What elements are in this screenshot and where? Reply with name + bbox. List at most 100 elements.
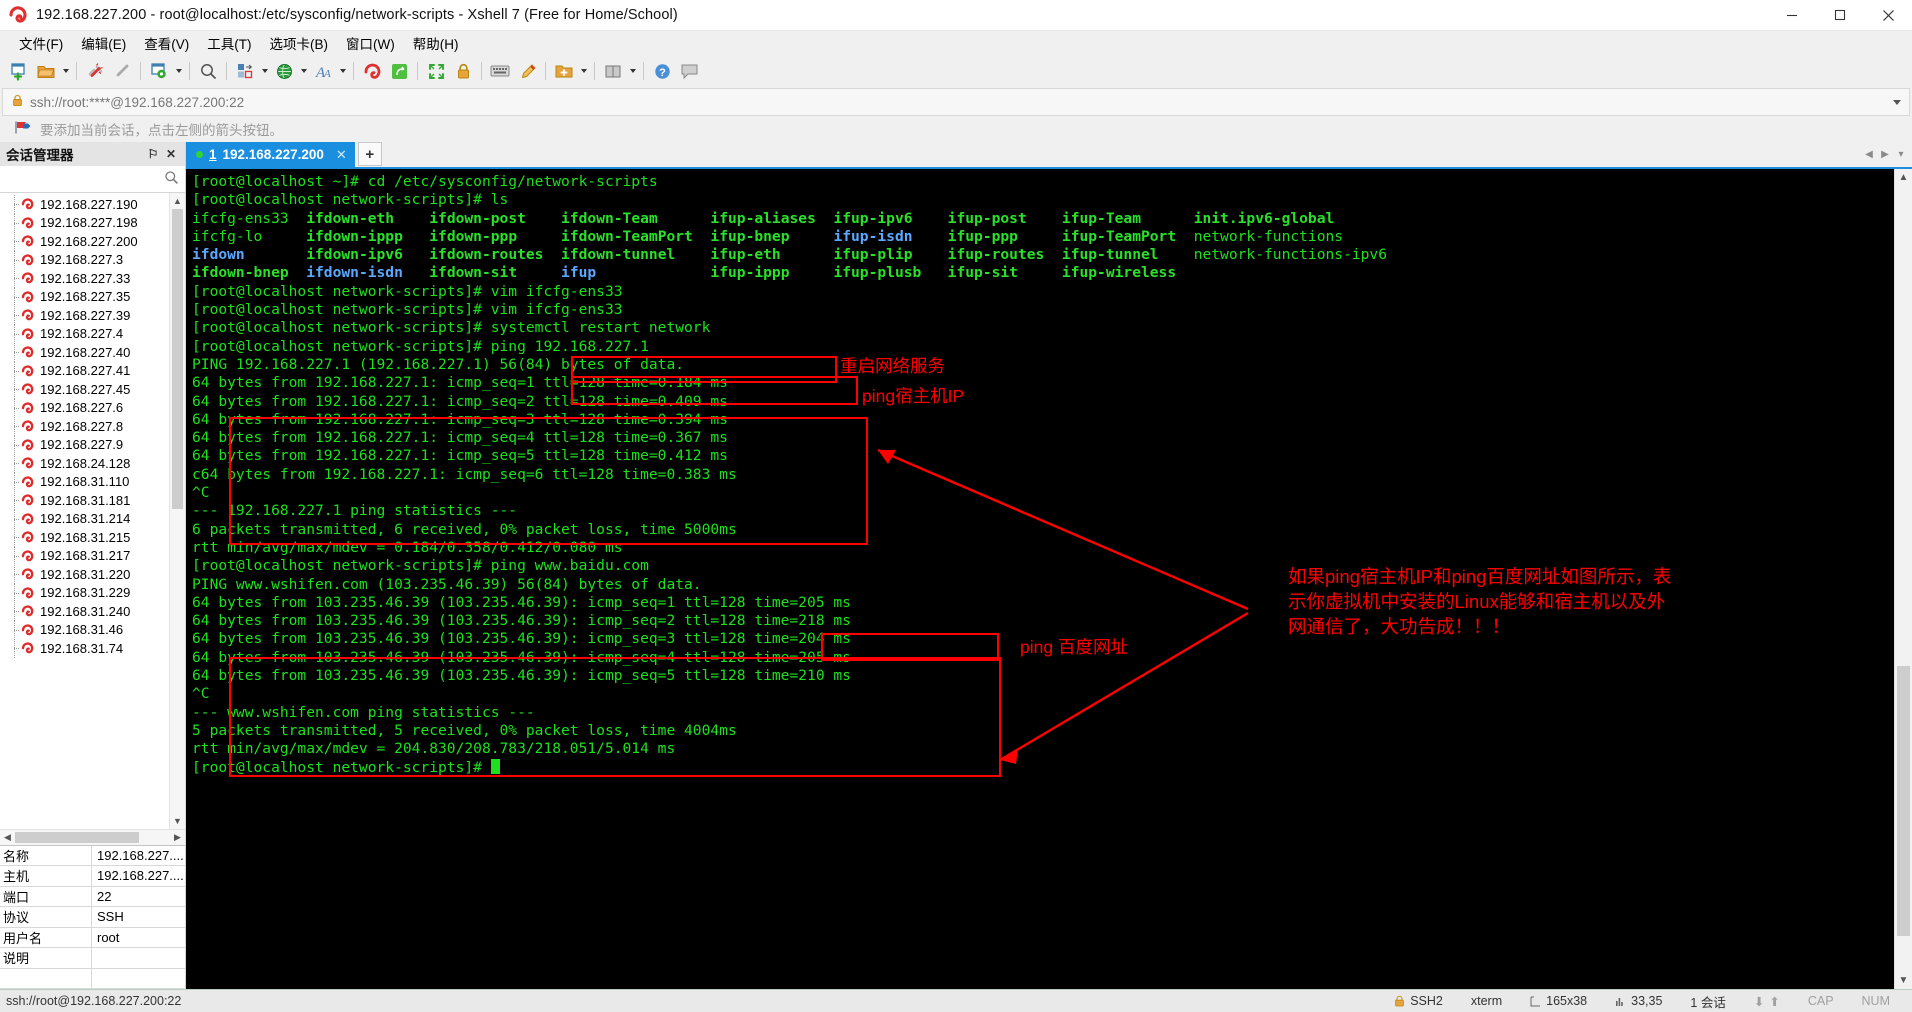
layout-dropdown-icon[interactable] [259, 58, 270, 84]
open-folder-dropdown-icon[interactable] [60, 58, 71, 84]
session-item[interactable]: 192.168.227.200 [0, 232, 169, 251]
address-value[interactable]: ssh://root:****@192.168.227.200:22 [30, 95, 244, 110]
add-folder-icon[interactable] [551, 58, 577, 84]
session-item[interactable]: 192.168.31.46 [0, 620, 169, 639]
session-item[interactable]: 192.168.31.110 [0, 472, 169, 491]
disconnect-icon[interactable] [82, 58, 108, 84]
session-item[interactable]: 192.168.31.217 [0, 546, 169, 565]
globe-icon[interactable] [271, 58, 297, 84]
minimize-button[interactable] [1768, 0, 1816, 30]
property-value[interactable]: SSH [92, 907, 185, 927]
new-tab-button[interactable]: + [357, 142, 382, 166]
tab-scroll-right-icon[interactable]: ▶ [1878, 142, 1892, 167]
xftp-icon[interactable] [386, 58, 412, 84]
terminal-scroll-thumb[interactable] [1897, 666, 1910, 936]
session-item[interactable]: 192.168.227.6 [0, 398, 169, 417]
address-dropdown-icon[interactable] [1893, 99, 1901, 105]
terminal-output[interactable]: [root@localhost ~]# cd /etc/sysconfig/ne… [186, 169, 1894, 989]
session-item[interactable]: 192.168.227.33 [0, 269, 169, 288]
menu-tools[interactable]: 工具(T) [198, 31, 260, 55]
menu-edit[interactable]: 编辑(E) [72, 31, 135, 55]
hscroll-left-icon[interactable]: ◀ [0, 830, 15, 845]
property-value[interactable]: 192.168.227.... [92, 846, 185, 866]
font-dropdown-icon[interactable] [337, 58, 348, 84]
font-icon[interactable]: A A [310, 58, 336, 84]
menu-file[interactable]: 文件(F) [10, 31, 72, 55]
session-properties-icon[interactable] [146, 58, 172, 84]
session-item[interactable]: 192.168.227.35 [0, 287, 169, 306]
address-bar[interactable]: ssh://root:****@192.168.227.200:22 [2, 88, 1910, 116]
session-item-label: 192.168.227.4 [40, 326, 124, 342]
search-icon[interactable] [195, 58, 221, 84]
session-tree-hscrollbar[interactable]: ◀ ▶ [0, 828, 185, 845]
new-session-icon[interactable] [6, 58, 32, 84]
close-button[interactable] [1864, 0, 1912, 30]
session-item[interactable]: 192.168.227.40 [0, 343, 169, 362]
session-item[interactable]: 192.168.227.3 [0, 250, 169, 269]
hscroll-right-icon[interactable]: ▶ [170, 830, 185, 845]
terminal-scroll-up-icon[interactable]: ▲ [1895, 169, 1912, 186]
session-search-bar[interactable] [0, 166, 185, 193]
session-tree-scrollbar[interactable]: ▲ ▼ [169, 193, 185, 829]
pin-icon[interactable]: ⚐ [145, 146, 161, 162]
session-item[interactable]: 192.168.31.229 [0, 583, 169, 602]
tab-192-168-227-200[interactable]: 1 192.168.227.200 ✕ [186, 142, 355, 167]
session-item[interactable]: 192.168.227.39 [0, 306, 169, 325]
menu-tabs[interactable]: 选项卡(B) [261, 31, 338, 55]
split-layout-icon[interactable] [600, 58, 626, 84]
terminal-scroll-down-icon[interactable]: ▼ [1895, 972, 1912, 989]
session-item[interactable]: 192.168.31.240 [0, 602, 169, 621]
tab-close-icon[interactable]: ✕ [336, 147, 347, 163]
layout-icon[interactable] [232, 58, 258, 84]
session-item[interactable]: 192.168.31.74 [0, 639, 169, 658]
xshell-icon[interactable] [359, 58, 385, 84]
session-tree[interactable]: 192.168.227.190 192.168.227.198 192.168.22… [0, 193, 185, 829]
scroll-up-icon[interactable]: ▲ [170, 193, 185, 208]
session-item[interactable]: 192.168.227.8 [0, 417, 169, 436]
search-icon[interactable] [164, 170, 179, 188]
session-properties-dropdown-icon[interactable] [173, 58, 184, 84]
session-item[interactable]: 192.168.227.190 [0, 195, 169, 214]
property-value[interactable]: root [92, 928, 185, 948]
scroll-thumb[interactable] [172, 209, 183, 509]
property-value[interactable]: 192.168.227.... [92, 866, 185, 886]
open-folder-icon[interactable] [33, 58, 59, 84]
session-item[interactable]: 192.168.227.45 [0, 380, 169, 399]
session-item[interactable]: 192.168.31.214 [0, 509, 169, 528]
tab-scroll-left-icon[interactable]: ◀ [1862, 142, 1876, 167]
split-layout-dropdown-icon[interactable] [627, 58, 638, 84]
terminal-text: ifdown-routes [429, 246, 562, 264]
session-item[interactable]: 192.168.227.9 [0, 435, 169, 454]
fullscreen-icon[interactable] [423, 58, 449, 84]
help-icon[interactable]: ? [649, 58, 675, 84]
session-item[interactable]: 192.168.31.220 [0, 565, 169, 584]
session-item[interactable]: 192.168.227.4 [0, 324, 169, 343]
reconnect-icon[interactable] [109, 58, 135, 84]
lock-icon[interactable] [450, 58, 476, 84]
maximize-button[interactable] [1816, 0, 1864, 30]
menu-view[interactable]: 查看(V) [135, 31, 198, 55]
property-value[interactable] [92, 969, 185, 989]
session-item[interactable]: 192.168.31.181 [0, 491, 169, 510]
keyboard-icon[interactable] [487, 58, 513, 84]
tab-menu-icon[interactable]: ▾ [1894, 142, 1908, 167]
menu-help[interactable]: 帮助(H) [404, 31, 468, 55]
session-item[interactable]: 192.168.227.198 [0, 213, 169, 232]
property-value[interactable]: 22 [92, 887, 185, 907]
menu-window[interactable]: 窗口(W) [337, 31, 404, 55]
globe-dropdown-icon[interactable] [298, 58, 309, 84]
session-item[interactable]: 192.168.227.41 [0, 361, 169, 380]
session-item-label: 192.168.31.46 [40, 622, 124, 638]
property-value[interactable] [92, 948, 185, 968]
terminal-text: ifup [561, 264, 711, 282]
hscroll-thumb[interactable] [15, 831, 139, 843]
session-item[interactable]: 192.168.24.128 [0, 454, 169, 473]
scroll-down-icon[interactable]: ▼ [170, 814, 185, 829]
terminal-scrollbar[interactable]: ▲ ▼ [1894, 169, 1912, 989]
add-folder-dropdown-icon[interactable] [578, 58, 589, 84]
comment-icon[interactable] [676, 58, 702, 84]
hscroll-track[interactable] [15, 830, 170, 845]
close-panel-icon[interactable]: ✕ [163, 146, 179, 162]
highlight-pen-icon[interactable] [514, 58, 540, 84]
session-item[interactable]: 192.168.31.215 [0, 528, 169, 547]
